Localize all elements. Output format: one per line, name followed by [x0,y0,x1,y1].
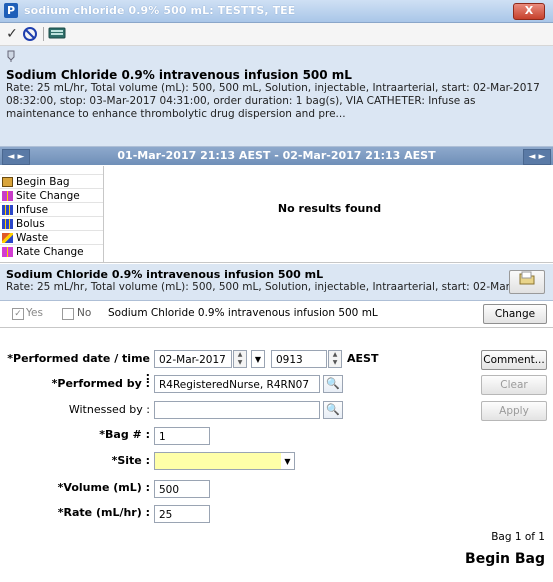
results-panel: Begin Bag Site Change Infuse Bolus Waste… [0,166,553,263]
date-range-bar: ◄ ► 01-Mar-2017 21:13 AEST - 02-Mar-2017… [0,147,553,165]
begin-bag-icon [2,177,13,187]
legend-item-begin-bag: Begin Bag [0,174,103,189]
yes-checkbox[interactable]: ✓ [12,308,24,320]
title-bar: P sodium chloride 0.9% 500 mL: TESTTS, T… [0,0,553,23]
bag-number-field[interactable]: 1 [154,427,210,445]
date-spinner[interactable]: ▲ ▼ [233,350,247,368]
window-title: sodium chloride 0.9% 500 mL: TESTTS, TEE [24,4,296,17]
folder-icon [519,271,535,289]
chevron-down-icon: ▼ [284,457,291,466]
summary-details: Rate: 25 mL/hr, Total volume (mL): 500, … [6,281,511,293]
volume-label: *Volume (mL) : [57,481,150,494]
rate-change-icon [2,247,13,257]
bag-count: Bag 1 of 1 [491,531,545,543]
witnessed-by-search-button[interactable]: 🔍 [323,401,343,419]
search-icon: 🔍 [326,403,340,416]
range-next-button[interactable]: ◄ ► [523,149,551,165]
summary-drug-name: Sodium Chloride 0.9% intravenous infusio… [6,268,324,281]
no-checkbox[interactable] [62,308,74,320]
iv-bag-icon [6,50,18,65]
yes-label: Yes [26,307,43,319]
order-details: Rate: 25 mL/hr, Total volume (mL): 500, … [6,82,540,120]
date-range-text: 01-Mar-2017 21:13 AEST - 02-Mar-2017 21:… [117,149,436,162]
app-icon: P [4,3,18,18]
administered-row: ✓ Yes No Sodium Chloride 0.9% intravenou… [0,301,553,328]
clear-button[interactable]: Clear [481,375,547,395]
prohibit-icon[interactable] [22,26,38,42]
medication-text: Sodium Chloride 0.9% intravenous infusio… [108,307,378,319]
legend-item-waste: Waste [0,230,103,245]
timezone-label: AEST [347,352,379,365]
performed-by-search-button[interactable]: 🔍 [323,375,343,393]
checkmark-icon[interactable]: ✓ [5,26,19,42]
waste-icon [2,233,13,243]
order-header: Sodium Chloride 0.9% intravenous infusio… [0,46,553,147]
toolbar-divider [43,27,44,41]
search-icon: 🔍 [326,377,340,390]
comment-button[interactable]: Comment... [481,350,547,370]
site-change-icon [2,191,13,201]
performed-by-label: *Performed by : [51,377,150,390]
toolbar: ✓ [0,23,553,46]
legend-item-bolus: Bolus [0,216,103,231]
change-button[interactable]: Change [483,304,547,324]
performed-by-field[interactable]: R4RegisteredNurse, R4RN07 [154,375,320,393]
site-label: *Site : [111,454,150,467]
time-spinner[interactable]: ▲ ▼ [328,350,342,368]
site-dropdown[interactable] [154,452,282,470]
witnessed-by-label: Witnessed by : [68,403,150,416]
order-info-button[interactable] [509,270,545,294]
close-button[interactable]: X [513,3,545,20]
witnessed-by-field[interactable] [154,401,320,419]
legend-item-rate-change: Rate Change [0,244,103,259]
legend-item-infuse: Infuse [0,202,103,217]
rate-label: *Rate (mL/hr) : [57,506,150,519]
bag-number-label: *Bag # : [99,428,150,441]
performed-date-field[interactable]: 02-Mar-2017 [154,350,232,368]
legend: Begin Bag Site Change Infuse Bolus Waste… [0,166,104,262]
performed-time-field[interactable]: 0913 [271,350,327,368]
apply-button[interactable]: Apply [481,401,547,421]
no-label: No [77,307,92,319]
no-results-message: No results found [277,202,382,215]
date-dropdown-button[interactable]: ▼ [251,350,265,368]
action-title: Begin Bag [465,551,545,567]
keyboard-icon[interactable] [48,26,66,42]
site-dropdown-arrow[interactable]: ▼ [281,452,295,470]
volume-field[interactable]: 500 [154,480,210,498]
bolus-icon [2,219,13,229]
infuse-icon [2,205,13,215]
order-drug-name: Sodium Chloride 0.9% intravenous infusio… [6,68,352,82]
rate-field[interactable]: 25 [154,505,210,523]
legend-item-site-change: Site Change [0,188,103,203]
order-summary: Sodium Chloride 0.9% intravenous infusio… [0,264,553,301]
